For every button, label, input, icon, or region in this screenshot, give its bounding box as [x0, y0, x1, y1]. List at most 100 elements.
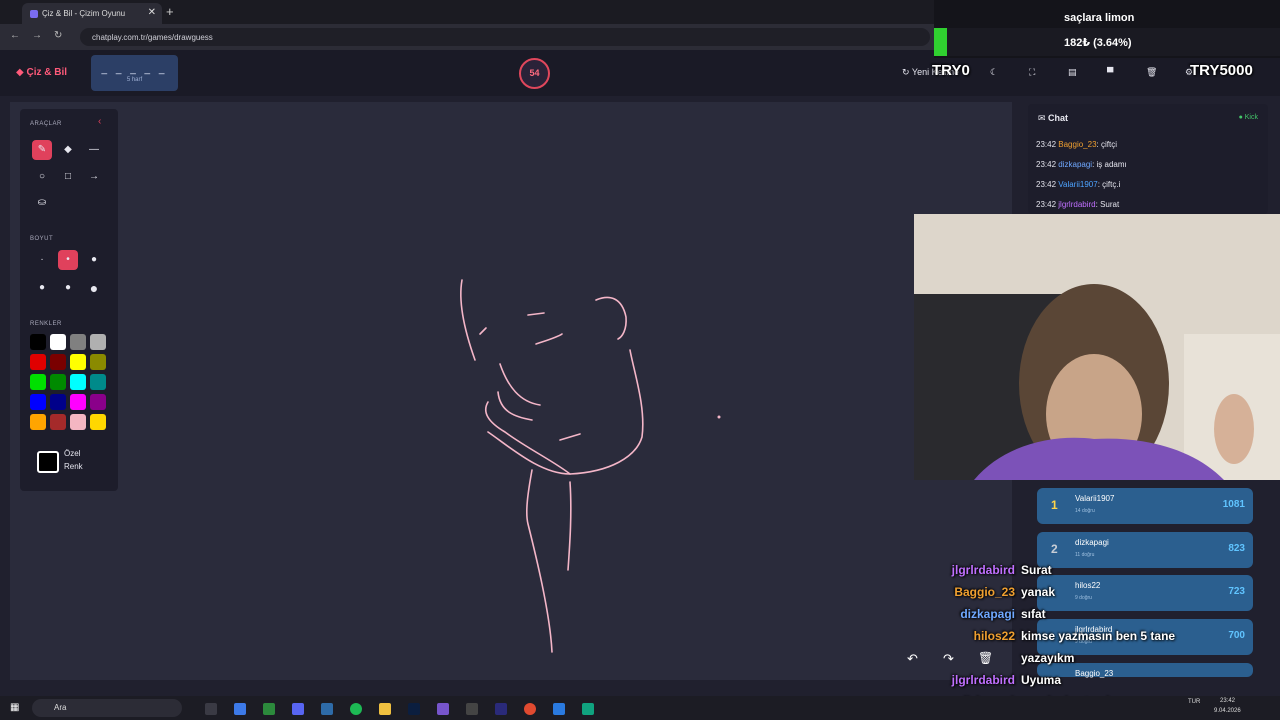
arrow-tool[interactable]: →: [84, 167, 104, 187]
photoshop-icon[interactable]: [408, 703, 420, 715]
keyboard-icon[interactable]: ▤: [1068, 67, 1077, 78]
color-swatch[interactable]: [30, 334, 46, 350]
lang-indicator[interactable]: TUR: [1188, 699, 1200, 705]
line-tool[interactable]: —: [84, 140, 104, 160]
chat-message: 23:42 Valarii1907: çiftç.i: [1036, 180, 1120, 189]
custom-color-swatch[interactable]: [37, 451, 59, 473]
overlay-chat-text: sıfat: [1021, 607, 1046, 621]
color-swatch[interactable]: [90, 414, 106, 430]
color-swatch[interactable]: [70, 374, 86, 390]
size-xs[interactable]: ·: [32, 250, 52, 270]
leaderboard-row: 2 dizkapagi 11 doğru 823: [1037, 532, 1253, 568]
overlay-chat-user: dizkapagi: [960, 607, 1015, 621]
brand-logo[interactable]: ◆ Çiz & Bil: [16, 67, 67, 78]
color-swatch[interactable]: [30, 374, 46, 390]
back-icon[interactable]: ←: [10, 30, 20, 41]
overlay-chat-text: yanak: [1021, 585, 1056, 599]
app-icon-3[interactable]: [466, 703, 478, 715]
size-s[interactable]: •: [58, 250, 78, 270]
color-swatch[interactable]: [50, 354, 66, 370]
edge-icon[interactable]: [234, 703, 246, 715]
close-tab-icon[interactable]: ✕: [148, 7, 156, 18]
chat-user[interactable]: dizkapagi: [1058, 160, 1092, 169]
color-swatch[interactable]: [70, 394, 86, 410]
chrome-icon[interactable]: [524, 703, 536, 715]
color-swatch[interactable]: [50, 334, 66, 350]
eraser-tool[interactable]: ◆: [58, 140, 78, 160]
fill-tool[interactable]: ⛀: [32, 193, 52, 213]
chat-user[interactable]: Valarii1907: [1058, 180, 1097, 189]
chat-text: : iş adamı: [1092, 160, 1127, 169]
drawing-canvas[interactable]: [10, 102, 1012, 680]
url-field[interactable]: chatplay.com.tr/games/drawguess: [80, 28, 930, 46]
start-icon[interactable]: ▦: [10, 702, 19, 713]
redo-icon[interactable]: ↷: [943, 651, 954, 667]
size-xxl[interactable]: ●: [84, 278, 104, 298]
overlay-chat-text: Surat: [1021, 563, 1052, 577]
chat-time: 23:42: [1036, 160, 1057, 169]
reload-icon[interactable]: ↻: [54, 30, 62, 41]
circle-tool[interactable]: ○: [32, 167, 52, 187]
chat-time: 23:42: [1036, 140, 1057, 149]
color-swatch[interactable]: [30, 354, 46, 370]
app-icon-4[interactable]: [495, 703, 507, 715]
player-score: 823: [1228, 543, 1245, 554]
discord-icon[interactable]: [292, 703, 304, 715]
fullscreen-icon[interactable]: ⛶: [1029, 67, 1035, 78]
chat-message: 23:42 jlgrlrdabird: Surat: [1036, 200, 1119, 209]
spotify-icon[interactable]: [350, 703, 362, 715]
archive-icon[interactable]: ▀: [1107, 67, 1113, 77]
overlay-chat-text: yazayıkm: [1021, 651, 1075, 665]
forward-icon[interactable]: →: [32, 30, 42, 41]
player-score: 700: [1228, 630, 1245, 641]
undo-icon[interactable]: ↶: [907, 651, 918, 667]
app-icon-5[interactable]: [553, 703, 565, 715]
rectangle-tool[interactable]: □: [58, 167, 78, 187]
color-swatch[interactable]: [90, 374, 106, 390]
custom-color-label-1: Özel: [64, 449, 81, 458]
trash-icon[interactable]: 🗑: [1146, 67, 1157, 78]
folder-icon[interactable]: [379, 703, 391, 715]
color-swatch[interactable]: [90, 394, 106, 410]
app-icon-6[interactable]: [582, 703, 594, 715]
taskbar-search-text: Ara: [54, 703, 67, 712]
color-swatch[interactable]: [50, 374, 66, 390]
clock-date[interactable]: 9.04.2026: [1214, 708, 1241, 714]
color-swatch[interactable]: [50, 414, 66, 430]
color-swatch[interactable]: [30, 414, 46, 430]
color-swatch[interactable]: [30, 394, 46, 410]
color-swatch[interactable]: [90, 334, 106, 350]
chat-text: : çiftçi: [1096, 140, 1117, 149]
task-view-icon[interactable]: [205, 703, 217, 715]
color-swatch[interactable]: [70, 334, 86, 350]
brand-label: Çiz & Bil: [26, 67, 68, 78]
files-icon[interactable]: [263, 703, 275, 715]
taskbar-search[interactable]: Ara: [32, 699, 182, 717]
size-m[interactable]: ●: [84, 250, 104, 270]
clock-time[interactable]: 23:42: [1220, 698, 1235, 704]
dark-mode-icon[interactable]: ☾: [990, 67, 998, 78]
brush-tool[interactable]: ✎: [32, 140, 52, 160]
round-timer: 54: [519, 58, 550, 89]
color-swatch[interactable]: [90, 354, 106, 370]
player-name: Valarii1907: [1075, 494, 1115, 503]
site-favicon-icon: [30, 9, 38, 18]
chat-user[interactable]: Baggio_23: [1058, 140, 1096, 149]
donation-right: TRY5000: [1190, 62, 1253, 79]
collapse-icon[interactable]: ‹: [98, 116, 101, 127]
color-swatch[interactable]: [50, 394, 66, 410]
browser-tab[interactable]: Çiz & Bil - Çizim Oyunu ✕: [22, 3, 162, 24]
size-label: BOYUT: [30, 236, 54, 242]
size-l[interactable]: ●: [32, 278, 52, 298]
chat-title-text: Chat: [1048, 113, 1069, 123]
size-xl[interactable]: ●: [58, 278, 78, 298]
app-icon-1[interactable]: [321, 703, 333, 715]
new-tab-button[interactable]: +: [166, 4, 174, 19]
player-correct: 11 doğru: [1075, 552, 1095, 558]
clear-canvas-icon[interactable]: 🗑: [978, 651, 993, 665]
word-hint: _ _ _ _ _: [101, 64, 168, 75]
app-icon-2[interactable]: [437, 703, 449, 715]
chat-user[interactable]: jlgrlrdabird: [1058, 200, 1095, 209]
color-swatch[interactable]: [70, 354, 86, 370]
color-swatch[interactable]: [70, 414, 86, 430]
